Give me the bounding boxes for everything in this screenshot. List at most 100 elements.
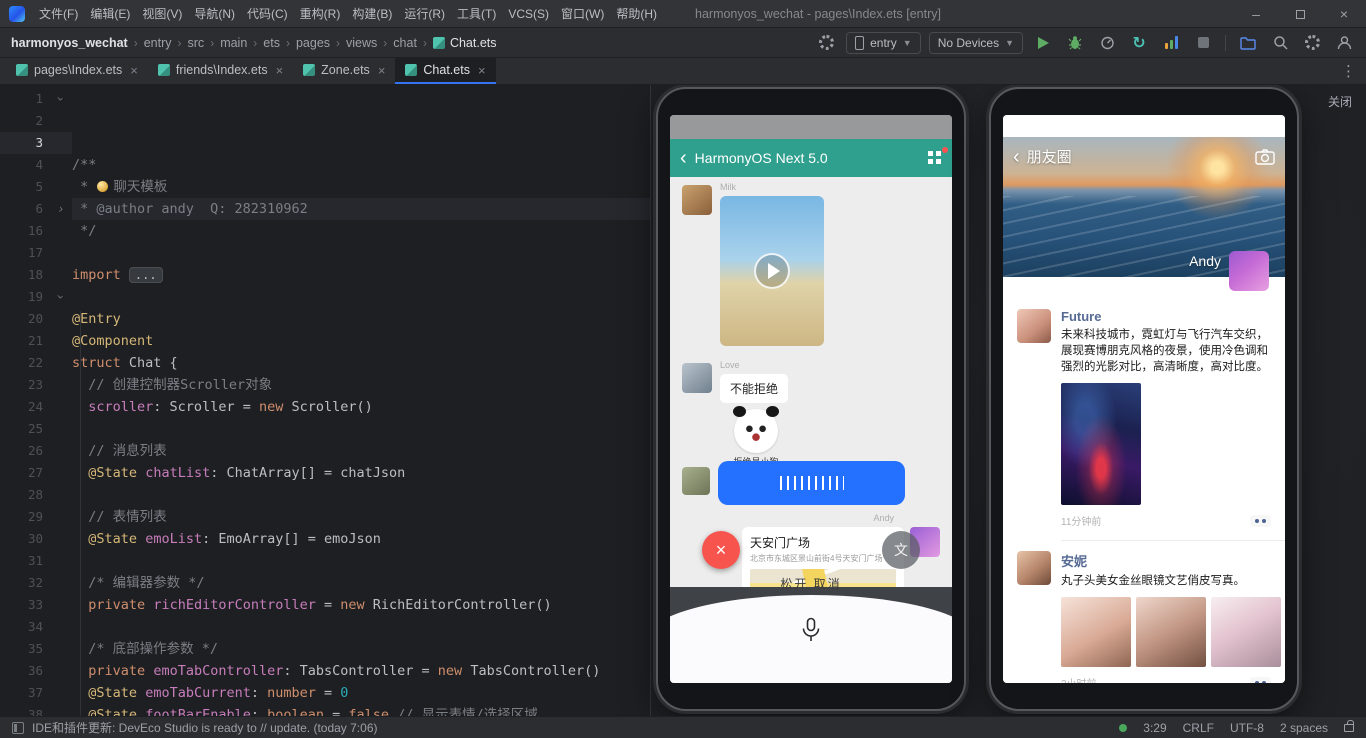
code-line[interactable]: scroller: Scroller = new Scroller() (72, 396, 650, 418)
code-line[interactable] (72, 550, 650, 572)
line-number[interactable]: 27 (0, 462, 72, 484)
post-image[interactable] (1061, 383, 1141, 505)
code-line[interactable]: // 消息列表 (72, 440, 650, 462)
code-line[interactable]: @State chatList: ChatArray[] = chatJson (72, 462, 650, 484)
tab-chat[interactable]: Chat.ets × (395, 58, 496, 84)
code-line[interactable] (72, 242, 650, 264)
settings-button[interactable] (1300, 31, 1324, 55)
fold-collapse-icon[interactable]: › (50, 293, 72, 300)
sticker-message[interactable]: 拒绝是小狗 (724, 406, 788, 468)
menu-navigate[interactable]: 导航(N) (188, 0, 241, 28)
line-number[interactable]: 19 › (0, 286, 72, 308)
moments-cover-photo[interactable]: ‹ 朋友圈 Andy (1003, 137, 1285, 291)
line-number[interactable]: 36 (0, 660, 72, 682)
post-actions-icon[interactable] (1250, 514, 1271, 527)
tab-zone[interactable]: Zone.ets × (293, 58, 395, 84)
device-selector[interactable]: No Devices ▼ (928, 31, 1023, 54)
menu-run[interactable]: 运行(R) (398, 0, 451, 28)
code-line[interactable]: private richEditorController = new RichE… (72, 594, 650, 616)
breadcrumb-entry[interactable]: entry (143, 36, 173, 50)
convert-to-text-button[interactable]: 文 (882, 531, 920, 569)
line-number[interactable]: 37 (0, 682, 72, 704)
menu-vcs[interactable]: VCS(S) (502, 0, 555, 28)
line-number[interactable]: 17 (0, 242, 72, 264)
tab-close-icon[interactable]: × (276, 63, 284, 78)
line-number[interactable]: 33 (0, 594, 72, 616)
line-number[interactable]: 3 (0, 132, 72, 154)
indent-style[interactable]: 2 spaces (1280, 721, 1328, 735)
cover-avatar[interactable] (1229, 251, 1269, 291)
code-line[interactable]: @Entry (72, 308, 650, 330)
minimize-button[interactable]: – (1234, 0, 1278, 28)
line-number[interactable]: 5 (0, 176, 72, 198)
breadcrumb-chat[interactable]: chat (392, 36, 418, 50)
fold-collapse-icon[interactable]: › (50, 95, 72, 102)
code-line[interactable]: * 聊天模板 (72, 176, 650, 198)
tab-options-icon[interactable]: ⋮ (1331, 62, 1366, 80)
code-line[interactable] (72, 286, 650, 308)
line-number[interactable]: 21 (0, 330, 72, 352)
breadcrumb-pages[interactable]: pages (295, 36, 331, 50)
line-number[interactable]: 16 (0, 220, 72, 242)
moments-feed[interactable]: Future 未来科技城市，霓虹灯与飞行汽车交织，展现赛博朋克风格的夜景，使用冷… (1003, 277, 1285, 683)
code-editor[interactable]: 1 › 2 3 4 5 6 › 16 17 18 19 › 20 21 22 23 24 25 26 27 28 29 30 3… (0, 85, 650, 716)
stats-button[interactable] (1159, 31, 1183, 55)
cancel-record-button[interactable]: × (702, 531, 740, 569)
post-image[interactable] (1136, 597, 1206, 667)
line-number[interactable]: 34 (0, 616, 72, 638)
tab-pages-index[interactable]: pages\Index.ets × (6, 58, 148, 84)
line-number[interactable]: 26 (0, 440, 72, 462)
breadcrumb-src[interactable]: src (187, 36, 206, 50)
previewer-close-button[interactable]: 关闭 (1328, 93, 1352, 110)
code-line[interactable] (72, 418, 650, 440)
sync-icon[interactable] (814, 31, 838, 55)
profiler-button[interactable] (1095, 31, 1119, 55)
module-selector[interactable]: entry ▼ (846, 31, 921, 54)
menu-file[interactable]: 文件(F) (33, 0, 84, 28)
debug-button[interactable] (1063, 31, 1087, 55)
file-encoding[interactable]: UTF-8 (1230, 721, 1264, 735)
line-number[interactable]: 29 (0, 506, 72, 528)
voice-message[interactable] (718, 461, 905, 505)
avatar[interactable] (682, 363, 712, 393)
back-icon[interactable]: ‹ (1013, 147, 1020, 167)
back-icon[interactable]: ‹ (680, 148, 687, 168)
play-icon[interactable] (754, 253, 790, 289)
voice-record-panel[interactable] (670, 595, 952, 683)
code-line[interactable]: import ... (72, 264, 650, 286)
grid-menu-icon[interactable] (928, 147, 948, 165)
maximize-button[interactable] (1278, 0, 1322, 28)
editor-code[interactable]: /** * 聊天模板 * @author andy Q: 282310962 *… (72, 88, 650, 716)
tool-windows-icon[interactable] (12, 721, 24, 734)
text-message[interactable]: 不能拒绝 (720, 374, 789, 403)
code-line[interactable]: @State footBarEnable: boolean = false //… (72, 704, 650, 716)
tab-close-icon[interactable]: × (478, 63, 486, 78)
code-line[interactable]: * @author andy Q: 282310962 (72, 198, 650, 220)
breadcrumb-ets[interactable]: ets (262, 36, 281, 50)
menu-edit[interactable]: 编辑(E) (84, 0, 136, 28)
code-line[interactable]: private emoTabController: TabsController… (72, 660, 650, 682)
stop-button[interactable] (1191, 31, 1215, 55)
line-number[interactable]: 23 (0, 374, 72, 396)
code-line[interactable]: struct Chat { (72, 352, 650, 374)
line-number[interactable]: 25 (0, 418, 72, 440)
breadcrumb-project[interactable]: harmonyos_wechat (10, 36, 129, 50)
caret-position[interactable]: 3:29 (1143, 721, 1166, 735)
avatar[interactable] (682, 185, 712, 215)
line-number[interactable]: 35 (0, 638, 72, 660)
code-line[interactable]: @Component (72, 330, 650, 352)
menu-code[interactable]: 代码(C) (241, 0, 294, 28)
post-actions-icon[interactable] (1250, 676, 1271, 683)
line-number[interactable]: 28 (0, 484, 72, 506)
code-line[interactable]: */ (72, 220, 650, 242)
tab-close-icon[interactable]: × (130, 63, 138, 78)
line-number[interactable]: 24 (0, 396, 72, 418)
tab-close-icon[interactable]: × (378, 63, 386, 78)
line-number[interactable]: 31 (0, 550, 72, 572)
menu-window[interactable]: 窗口(W) (555, 0, 610, 28)
line-number[interactable]: 18 (0, 264, 72, 286)
code-line[interactable] (72, 616, 650, 638)
fold-expand-icon[interactable]: › (57, 198, 64, 220)
post-author[interactable]: Future (1061, 309, 1271, 324)
line-number[interactable]: 22 (0, 352, 72, 374)
